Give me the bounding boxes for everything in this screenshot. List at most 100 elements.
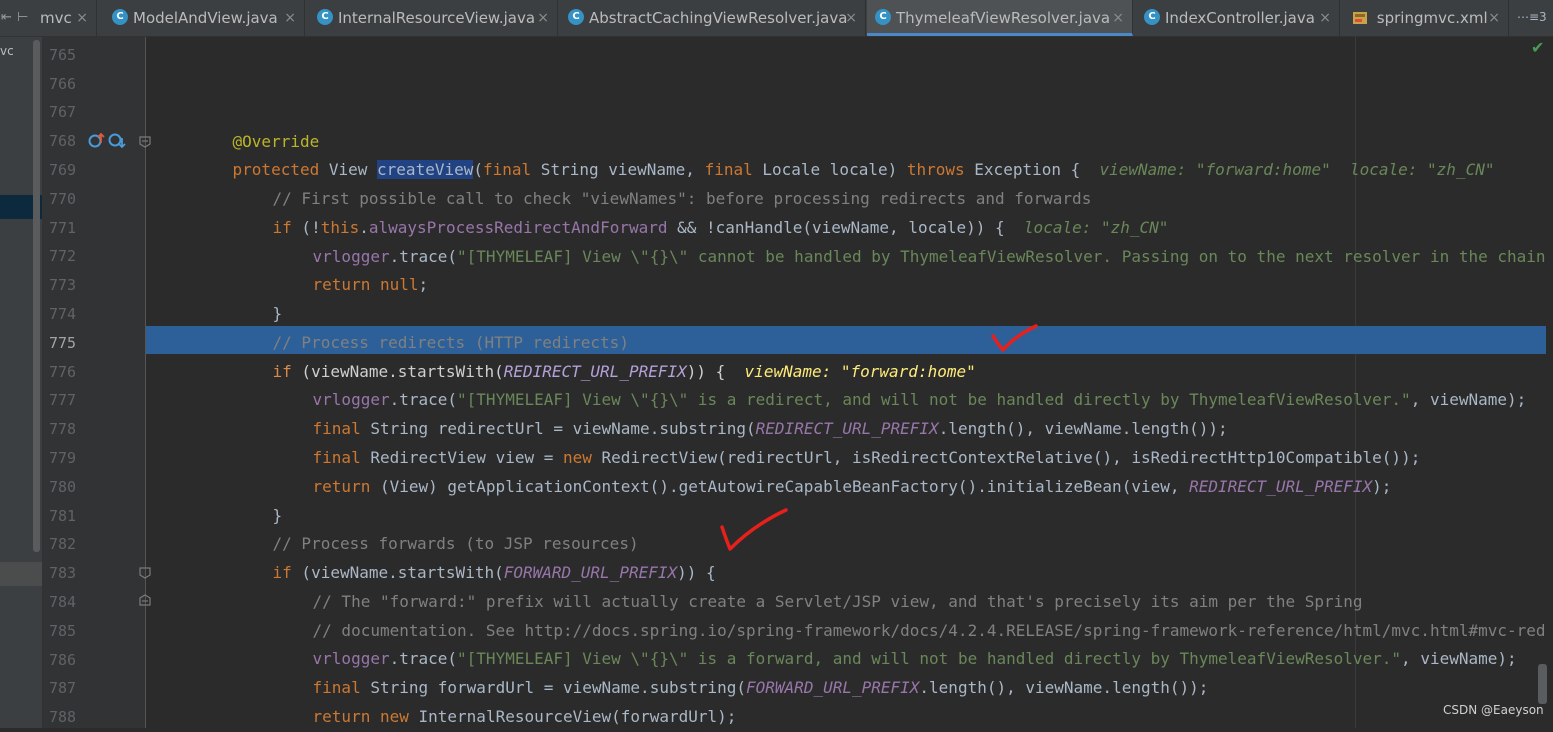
close-icon[interactable]: ×	[76, 0, 88, 36]
tab-thymeleafviewresolver[interactable]: C ThymeleafViewResolver.java ×	[867, 0, 1133, 36]
tab-label: AbstractCachingViewResolver.java	[589, 9, 848, 27]
line-number: 774	[49, 305, 77, 323]
override-icon[interactable]	[88, 131, 128, 151]
code-line-770[interactable]: if (!this.alwaysProcessRedirectAndForwar…	[234, 185, 1169, 237]
keyword: new	[379, 706, 409, 726]
code-line-767[interactable]: @Override	[194, 99, 320, 151]
code-line-781[interactable]: // Process forwards (to JSP resources)	[234, 501, 639, 553]
code-line-784[interactable]: // documentation. See http://docs.spring…	[274, 588, 1546, 640]
line-number: 782	[49, 535, 77, 553]
keyword: return	[312, 274, 371, 294]
code-line-775[interactable]: if (viewName.startsWith(REDIRECT_URL_PRE…	[234, 329, 976, 381]
close-icon[interactable]: ×	[845, 0, 857, 36]
constant-token: FORWARD_URL_PREFIX	[746, 677, 920, 697]
line-number: 785	[49, 622, 77, 640]
code-editor[interactable]: @Override protected View createView(fina…	[146, 37, 1553, 728]
class-icon: C	[1144, 8, 1160, 25]
tab-springmvc-xml[interactable]: springmvc.xml ×	[1344, 0, 1509, 36]
tab-abstractcachingviewresolver[interactable]: C AbstractCachingViewResolver.java ×	[560, 0, 866, 36]
code-line-771[interactable]: vrlogger.trace("[THYMELEAF] View \"{}\" …	[274, 214, 1546, 266]
code-line-768[interactable]: protected View createView(final String v…	[194, 127, 1494, 179]
editor-scrollbar-thumb[interactable]	[1538, 664, 1547, 704]
line-number: 777	[49, 391, 77, 409]
line-number: 766	[49, 75, 77, 93]
editor-tab-bar: ⇤ ⊢ mvc × C ModelAndView.java × C Internal…	[0, 0, 1553, 37]
close-icon[interactable]: ×	[284, 0, 296, 36]
project-tree-row[interactable]	[0, 562, 42, 586]
code-text: InternalResourceView(forwardUrl);	[408, 706, 737, 726]
code-line-779[interactable]: return (View) getApplicationContext().ge…	[274, 444, 1392, 496]
code-line-783[interactable]: // The "forward:" prefix will actually c…	[274, 559, 1363, 611]
red-checkmark-annotation	[991, 324, 1038, 352]
close-icon[interactable]: ×	[537, 0, 549, 36]
keyword: return	[312, 476, 371, 496]
tab-indexcontroller[interactable]: C IndexController.java ×	[1136, 0, 1340, 36]
code-line-788[interactable]: }	[234, 703, 282, 728]
tab-mvc[interactable]: mvc ×	[34, 0, 97, 36]
watermark: CSDN @Eaeyson	[1443, 703, 1544, 717]
code-line-782[interactable]: if (viewName.startsWith(FORWARD_URL_PREF…	[234, 530, 716, 582]
line-number: 767	[49, 103, 77, 121]
code-line-777[interactable]: final String redirectUrl = viewName.subs…	[274, 386, 1228, 438]
code-line-776[interactable]: vrlogger.trace("[THYMELEAF] View \"{}\" …	[274, 357, 1527, 409]
code-line-780[interactable]: }	[234, 473, 283, 525]
tab-label: ThymeleafViewResolver.java	[896, 9, 1111, 27]
collapse-icon[interactable]: ⇤	[1, 10, 12, 25]
line-number: 771	[49, 219, 77, 237]
code-line-774[interactable]: // Process redirects (HTTP redirects)	[234, 300, 629, 352]
line-number: 779	[49, 449, 77, 467]
line-number: 787	[49, 679, 77, 697]
string-literal: "[THYMELEAF] View \"{}\" cannot be handl…	[457, 246, 1546, 266]
line-number: 781	[49, 507, 77, 525]
xml-icon	[1353, 12, 1367, 24]
line-number-current: 775	[49, 334, 77, 352]
code-line-786[interactable]: final String forwardUrl = viewName.subst…	[274, 645, 1209, 697]
code-line-787[interactable]: return new InternalResourceView(forwardU…	[274, 674, 737, 726]
code-line-778[interactable]: final RedirectView view = new RedirectVi…	[274, 415, 1421, 467]
line-number: 769	[49, 161, 77, 179]
pin-icon[interactable]: ⊢	[17, 10, 28, 25]
line-number: 768	[49, 132, 77, 150]
code-line-772[interactable]: return null;	[274, 242, 429, 294]
code-line-773[interactable]: }	[234, 271, 283, 323]
line-number: 780	[49, 478, 77, 496]
tab-modelandview[interactable]: C ModelAndView.java ×	[104, 0, 305, 36]
tab-label: mvc	[40, 9, 72, 27]
class-icon: C	[568, 8, 584, 25]
code-text: (View) getApplicationContext().getAutowi…	[370, 476, 1190, 496]
red-checkmark-annotation	[720, 508, 788, 551]
line-number: 772	[49, 247, 77, 265]
check-icon: ✔	[1531, 38, 1545, 57]
line-number: 773	[49, 276, 77, 294]
tab-overflow-menu[interactable]: ⋯≡3	[1517, 10, 1547, 24]
line-number: 770	[49, 190, 77, 208]
close-icon[interactable]: ×	[1112, 0, 1124, 33]
code-text: , viewName);	[1410, 389, 1527, 409]
tab-label: springmvc.xml	[1376, 9, 1488, 27]
code-text: );	[1372, 476, 1392, 496]
code-line-785[interactable]: vrlogger.trace("[THYMELEAF] View \"{}\" …	[274, 616, 1517, 668]
tab-label: ModelAndView.java	[133, 9, 278, 27]
line-number: 786	[49, 651, 77, 669]
code-line-769[interactable]: // First possible call to check "viewNam…	[234, 156, 1092, 208]
class-icon: C	[112, 8, 128, 25]
tab-label: InternalResourceView.java	[338, 9, 536, 27]
code-text: ;	[418, 274, 429, 294]
class-icon: C	[875, 8, 891, 25]
class-icon: C	[317, 8, 333, 25]
close-icon[interactable]: ×	[1319, 0, 1331, 36]
keyword: return	[312, 706, 371, 726]
code-text: .length(), viewName.length());	[919, 677, 1209, 697]
keyword: null	[379, 274, 419, 294]
project-panel-strip: vc	[0, 0, 43, 728]
line-number: 778	[49, 420, 77, 438]
close-icon[interactable]: ×	[1488, 0, 1500, 36]
tab-label: IndexController.java	[1165, 9, 1315, 27]
inline-debug-value: viewName: "forward:home" locale: "zh_CN"	[1099, 159, 1495, 179]
code-text: , viewName);	[1401, 648, 1517, 668]
line-number: 765	[49, 46, 77, 64]
project-panel-scrollbar[interactable]	[33, 40, 40, 552]
tab-internalresourceview[interactable]: C InternalResourceView.java ×	[309, 0, 558, 36]
